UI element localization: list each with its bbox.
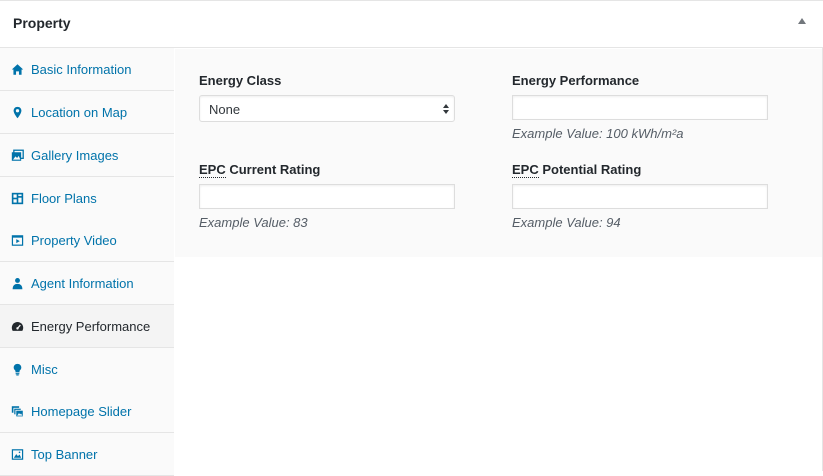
epc-potential-rating-input[interactable] bbox=[512, 184, 768, 209]
epc-potential-rating-hint: Example Value: 94 bbox=[512, 215, 621, 230]
energy-performance-input[interactable] bbox=[512, 95, 768, 120]
tab-floor-plans[interactable]: Floor Plans bbox=[0, 177, 174, 220]
energy-performance-label: Energy Performance bbox=[512, 73, 640, 88]
tab-homepage-slider[interactable]: Homepage Slider bbox=[0, 390, 174, 433]
epc-potential-rating-label: EPC Potential Rating bbox=[512, 162, 768, 178]
metabox-header[interactable]: Property bbox=[0, 1, 823, 48]
tab-label: Location on Map bbox=[31, 104, 128, 120]
epc-current-rating-label: EPC Current Rating bbox=[199, 162, 455, 178]
energy-class-label: Energy Class bbox=[199, 73, 282, 88]
tab-top-banner[interactable]: Top Banner bbox=[0, 433, 174, 476]
tab-label: Gallery Images bbox=[31, 147, 119, 163]
tab-energy-performance[interactable]: Energy Performance bbox=[0, 305, 174, 348]
tab-label: Homepage Slider bbox=[31, 403, 132, 419]
lightbulb-icon bbox=[11, 363, 24, 376]
tab-label: Property Video bbox=[31, 232, 117, 248]
property-tabs-sidebar: Basic Information Location on Map Galler… bbox=[0, 48, 174, 476]
triangle-up-icon[interactable] bbox=[798, 18, 806, 24]
epc-current-rating-hint: Example Value: 83 bbox=[199, 215, 308, 230]
select-arrows-icon bbox=[443, 104, 449, 115]
slider-icon bbox=[11, 405, 24, 418]
tab-basic-information[interactable]: Basic Information bbox=[0, 48, 174, 91]
video-icon bbox=[11, 234, 24, 247]
tab-label: Agent Information bbox=[31, 275, 134, 291]
energy-class-selected-value: None bbox=[209, 102, 241, 117]
map-pin-icon bbox=[11, 106, 24, 119]
floor-plan-icon bbox=[11, 192, 24, 205]
tab-location-on-map[interactable]: Location on Map bbox=[0, 91, 174, 134]
agent-icon bbox=[11, 277, 24, 290]
epc-current-label-text: Current Rating bbox=[225, 162, 321, 177]
tab-property-video[interactable]: Property Video bbox=[0, 219, 174, 262]
energy-performance-panel: Energy Class None Energy Performance Exa… bbox=[175, 49, 822, 257]
metabox-title: Property bbox=[13, 15, 71, 31]
epc-potential-rating-field: EPC Potential Rating Example Value: 94 bbox=[512, 162, 768, 230]
tab-label: Energy Performance bbox=[31, 318, 151, 334]
tab-label: Basic Information bbox=[31, 61, 132, 77]
banner-image-icon bbox=[11, 448, 24, 461]
energy-performance-field: Energy Performance Example Value: 100 kW… bbox=[512, 73, 768, 141]
epc-abbr: EPC bbox=[199, 162, 226, 178]
epc-current-rating-input[interactable] bbox=[199, 184, 455, 209]
epc-abbr: EPC bbox=[512, 162, 539, 178]
dashboard-icon bbox=[11, 320, 24, 333]
energy-performance-hint: Example Value: 100 kWh/m²a bbox=[512, 126, 684, 141]
epc-current-rating-field: EPC Current Rating Example Value: 83 bbox=[199, 162, 455, 230]
epc-potential-label-text: Potential Rating bbox=[538, 162, 642, 177]
energy-class-field: Energy Class None bbox=[199, 73, 455, 122]
tab-label: Floor Plans bbox=[31, 190, 97, 206]
tab-label: Top Banner bbox=[31, 446, 98, 462]
property-metabox: Property Basic Information Location on M… bbox=[0, 0, 823, 476]
home-icon bbox=[11, 63, 24, 76]
energy-class-select[interactable]: None bbox=[199, 95, 455, 122]
gallery-icon bbox=[11, 149, 24, 162]
tab-agent-information[interactable]: Agent Information bbox=[0, 262, 174, 305]
tab-label: Misc bbox=[31, 361, 58, 377]
tab-gallery-images[interactable]: Gallery Images bbox=[0, 134, 174, 177]
tab-misc[interactable]: Misc bbox=[0, 348, 174, 391]
